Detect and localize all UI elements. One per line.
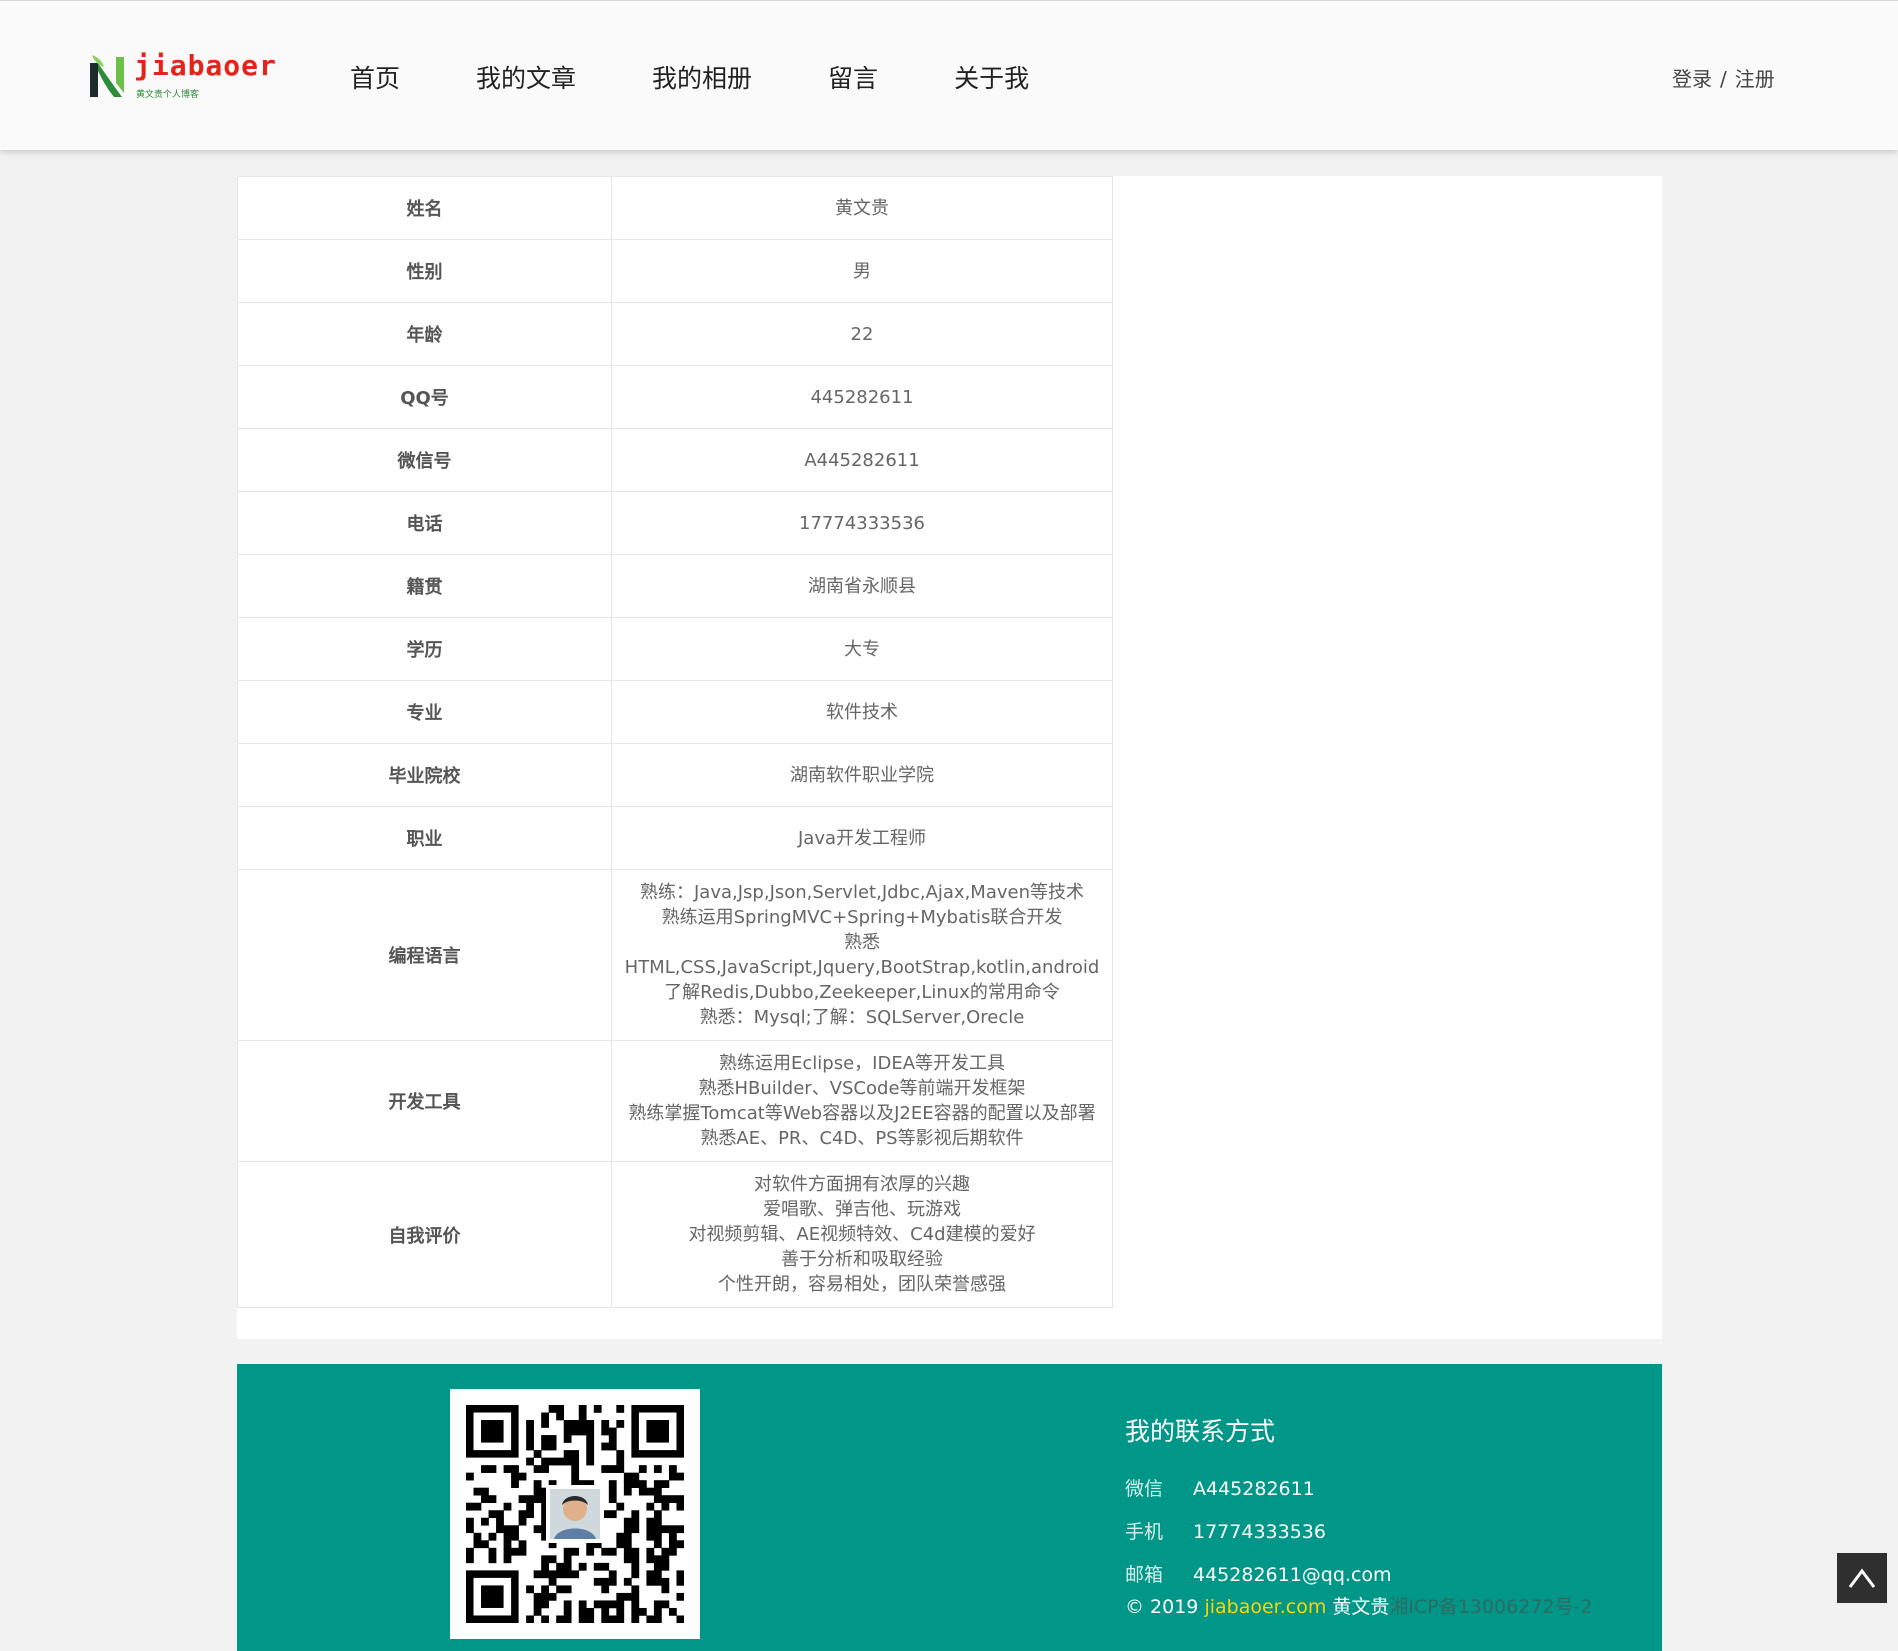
value-line: 个性开朗，容易相处，团队荣誉感强	[718, 1274, 1006, 1295]
value-line: 善于分析和吸取经验	[781, 1249, 943, 1270]
table-row: 籍贯 湖南省永顺县	[236, 554, 1113, 618]
logo-icon	[90, 55, 124, 97]
row-label: 专业	[236, 680, 613, 744]
email-value: 445282611@qq.com	[1193, 1564, 1392, 1586]
value-line: 熟悉HBuilder、VSCode等前端开发框架	[698, 1078, 1026, 1099]
row-value: 17774333536	[611, 491, 1113, 555]
phone-label: 手机	[1125, 1521, 1164, 1543]
about-card: 姓名 黄文贵 性别 男 年龄 22 QQ号 445282611 微信号 A445…	[236, 176, 1662, 1339]
value-line: 熟练掌握Tomcat等Web容器以及J2EE容器的配置以及部署	[628, 1103, 1096, 1124]
row-label: 年龄	[236, 302, 613, 366]
logo-subtitle: 黄文贵个人博客	[136, 90, 200, 100]
auth-links: 登录 / 注册	[1672, 63, 1775, 92]
wechat-value: A445282611	[1193, 1478, 1315, 1500]
qr-code-icon	[466, 1405, 684, 1623]
email-label: 邮箱	[1125, 1564, 1164, 1586]
row-value: 湖南省永顺县	[611, 554, 1113, 618]
contact-email: 邮箱 445282611@qq.com	[1125, 1560, 1392, 1587]
row-value: 对软件方面拥有浓厚的兴趣 爱唱歌、弹吉他、玩游戏 对视频剪辑、AE视频特效、C4…	[611, 1161, 1113, 1308]
copyright-prefix: © 2019	[1125, 1596, 1199, 1618]
main-nav: 首页 我的文章 我的相册 留言 关于我	[350, 59, 1105, 95]
value-line: 对视频剪辑、AE视频特效、C4d建模的爱好	[688, 1224, 1036, 1245]
row-label: 开发工具	[236, 1040, 613, 1162]
site-link[interactable]: jiabaoer.com	[1204, 1596, 1326, 1618]
row-value: Java开发工程师	[611, 806, 1113, 870]
register-link[interactable]: 注册	[1735, 67, 1775, 91]
row-value: 黄文贵	[611, 176, 1113, 240]
table-row: 毕业院校 湖南软件职业学院	[236, 743, 1113, 807]
icp-link[interactable]: 湘ICP备13006272号-2	[1389, 1596, 1592, 1618]
nav-home[interactable]: 首页	[350, 59, 400, 95]
table-row: 电话 17774333536	[236, 491, 1113, 555]
phone-value: 17774333536	[1193, 1521, 1326, 1543]
qr-code	[450, 1389, 700, 1639]
row-label: 性别	[236, 239, 613, 303]
table-row: 年龄 22	[236, 302, 1113, 366]
site-header: jiabaoer 黄文贵个人博客 首页 我的文章 我的相册 留言 关于我 登录 /…	[0, 0, 1898, 150]
nav-about[interactable]: 关于我	[954, 59, 1029, 95]
row-label: 毕业院校	[236, 743, 613, 807]
nav-album[interactable]: 我的相册	[652, 59, 752, 95]
table-row: 性别 男	[236, 239, 1113, 303]
row-value: 软件技术	[611, 680, 1113, 744]
site-footer: 我的联系方式 微信 A445282611 手机 17774333536 邮箱 4452…	[237, 1364, 1662, 1651]
table-row: 微信号 A445282611	[236, 428, 1113, 492]
row-label: QQ号	[236, 365, 613, 429]
value-line: 熟悉AE、PR、C4D、PS等影视后期软件	[700, 1128, 1024, 1149]
value-line: 熟练：Java,Jsp,Json,Servlet,Jdbc,Ajax,Maven…	[640, 882, 1085, 903]
row-value: 熟练：Java,Jsp,Json,Servlet,Jdbc,Ajax,Maven…	[611, 869, 1113, 1041]
author-name: 黄文贵	[1332, 1596, 1390, 1618]
row-label: 编程语言	[236, 869, 613, 1041]
row-value: 湖南软件职业学院	[611, 743, 1113, 807]
site-logo[interactable]: jiabaoer 黄文贵个人博客	[88, 49, 276, 105]
back-to-top-button[interactable]	[1837, 1553, 1887, 1603]
row-value: A445282611	[611, 428, 1113, 492]
row-label: 姓名	[236, 176, 613, 240]
wechat-label: 微信	[1125, 1478, 1164, 1500]
copyright: © 2019 jiabaoer.com 黄文贵湘ICP备13006272号-2	[1125, 1592, 1592, 1619]
row-value: 男	[611, 239, 1113, 303]
row-value: 22	[611, 302, 1113, 366]
row-value: 熟练运用Eclipse，IDEA等开发工具 熟悉HBuilder、VSCode等…	[611, 1040, 1113, 1162]
row-label: 籍贯	[236, 554, 613, 618]
contact-phone: 手机 17774333536	[1125, 1517, 1392, 1544]
value-line: 爱唱歌、弹吉他、玩游戏	[763, 1199, 961, 1220]
table-row: 编程语言 熟练：Java,Jsp,Json,Servlet,Jdbc,Ajax,…	[236, 869, 1113, 1041]
nav-messages[interactable]: 留言	[828, 59, 878, 95]
arrow-up-icon	[1848, 1568, 1876, 1588]
row-label: 电话	[236, 491, 613, 555]
table-row: 学历 大专	[236, 617, 1113, 681]
value-line: 了解Redis,Dubbo,Zeekeeper,Linux的常用命令	[664, 982, 1060, 1003]
nav-articles[interactable]: 我的文章	[476, 59, 576, 95]
table-row: QQ号 445282611	[236, 365, 1113, 429]
table-row: 姓名 黄文贵	[236, 176, 1113, 240]
row-label: 自我评价	[236, 1161, 613, 1308]
row-label: 微信号	[236, 428, 613, 492]
table-row: 职业 Java开发工程师	[236, 806, 1113, 870]
table-row: 开发工具 熟练运用Eclipse，IDEA等开发工具 熟悉HBuilder、VS…	[236, 1040, 1113, 1162]
login-link[interactable]: 登录	[1672, 67, 1712, 91]
value-line: 对软件方面拥有浓厚的兴趣	[754, 1174, 970, 1195]
row-label: 学历	[236, 617, 613, 681]
logo-text: jiabaoer	[134, 49, 277, 82]
contact-wechat: 微信 A445282611	[1125, 1474, 1392, 1501]
contact-info: 我的联系方式 微信 A445282611 手机 17774333536 邮箱 4452…	[1125, 1412, 1392, 1603]
value-line: 熟悉：Mysql;了解：SQLServer,Orecle	[699, 1007, 1025, 1028]
auth-separator: /	[1720, 67, 1727, 91]
value-line: 熟练运用Eclipse，IDEA等开发工具	[719, 1053, 1006, 1074]
profile-table: 姓名 黄文贵 性别 男 年龄 22 QQ号 445282611 微信号 A445…	[236, 176, 1113, 1308]
table-row: 专业 软件技术	[236, 680, 1113, 744]
row-label: 职业	[236, 806, 613, 870]
value-line: 熟悉HTML,CSS,JavaScript,Jquery,BootStrap,k…	[624, 932, 1100, 978]
row-value: 大专	[611, 617, 1113, 681]
contact-title: 我的联系方式	[1125, 1417, 1276, 1446]
value-line: 熟练运用SpringMVC+Spring+Mybatis联合开发	[661, 907, 1063, 928]
row-value: 445282611	[611, 365, 1113, 429]
table-row: 自我评价 对软件方面拥有浓厚的兴趣 爱唱歌、弹吉他、玩游戏 对视频剪辑、AE视频…	[236, 1161, 1113, 1308]
